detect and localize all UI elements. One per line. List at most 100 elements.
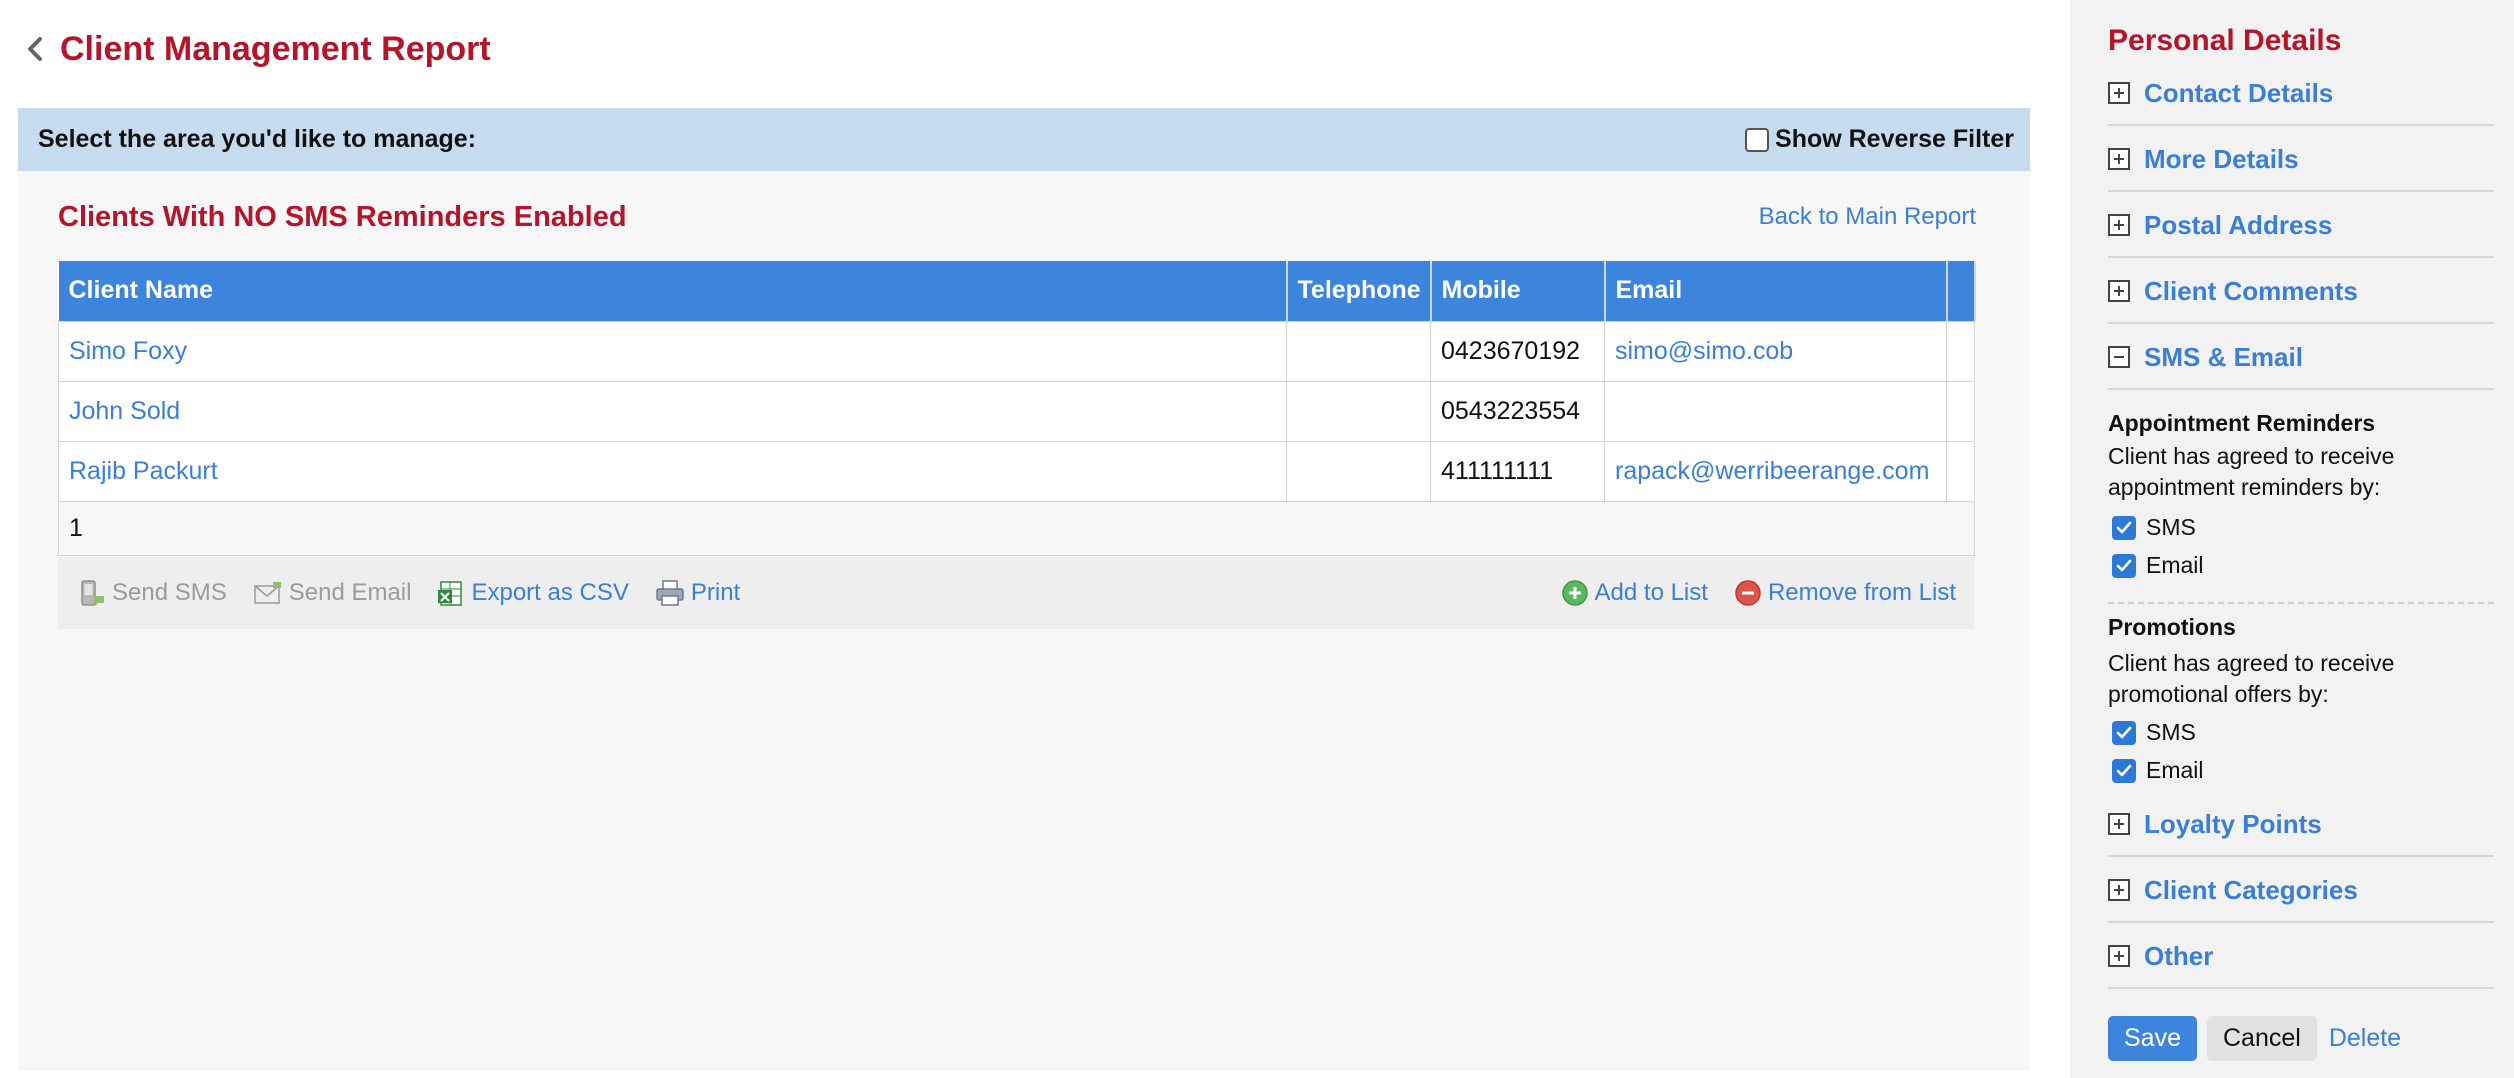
reverse-filter-toggle[interactable]: Show Reverse Filter — [1745, 125, 2014, 154]
actions-right: Add to List Remove from List — [1561, 579, 1956, 607]
promotions-title: Promotions — [2108, 614, 2236, 640]
print-button[interactable]: Print — [655, 579, 740, 607]
client-name-link[interactable]: Rajib Packurt — [58, 440, 1287, 502]
export-csv-label: Export as CSV — [471, 579, 629, 606]
section-label: More Details — [2144, 143, 2299, 174]
client-name-link[interactable]: Simo Foxy — [58, 320, 1287, 382]
section-divider — [2108, 602, 2494, 604]
column-header-email[interactable]: Email — [1604, 261, 1948, 321]
promotions-text: Client has agreed to receive promotional… — [2108, 650, 2395, 707]
section-postal-address[interactable]: Postal Address — [2108, 194, 2494, 258]
telephone-cell — [1286, 440, 1431, 502]
appointment-reminders-text: Client has agreed to receive appointment… — [2108, 443, 2395, 500]
plus-circle-icon — [1561, 579, 1589, 607]
plus-box-icon — [2108, 945, 2130, 967]
section-client-comments[interactable]: Client Comments — [2108, 260, 2494, 324]
promotions-email-checkbox[interactable]: Email — [2112, 757, 2204, 784]
minus-circle-icon — [1734, 579, 1762, 607]
mobile-cell: 0423670192 — [1430, 320, 1605, 382]
reverse-filter-checkbox[interactable] — [1745, 127, 1770, 152]
section-sms-email[interactable]: SMS & Email — [2108, 326, 2494, 390]
add-to-list-button[interactable]: Add to List — [1561, 579, 1708, 607]
delete-link[interactable]: Delete — [2327, 1016, 2403, 1061]
section-label: SMS & Email — [2144, 341, 2303, 372]
email-link[interactable]: simo@simo.cob — [1604, 320, 1947, 382]
section-label: Contact Details — [2144, 77, 2334, 108]
appointment-email-checkbox[interactable]: Email — [2112, 552, 2204, 579]
section-label: Client Comments — [2144, 275, 2358, 306]
plus-box-icon — [2108, 280, 2130, 302]
spacer-cell — [1946, 440, 1975, 502]
spacer-cell — [1946, 380, 1975, 442]
clients-table: Client Name Telephone Mobile Email Simo … — [58, 261, 1976, 556]
section-label: Client Categories — [2144, 874, 2358, 905]
save-button[interactable]: Save — [2108, 1016, 2197, 1061]
email-link[interactable]: rapack@werribeerange.com — [1604, 440, 1947, 502]
column-header-mobile[interactable]: Mobile — [1430, 261, 1606, 321]
email-link[interactable] — [1604, 380, 1947, 442]
promotions-sms-label: SMS — [2146, 719, 2196, 745]
print-label: Print — [690, 579, 741, 606]
appointment-sms-checkbox[interactable]: SMS — [2112, 514, 2196, 541]
appointment-reminders-title: Appointment Reminders — [2108, 410, 2376, 436]
chevron-left-icon[interactable] — [24, 34, 46, 64]
appointment-sms-label: SMS — [2146, 514, 2196, 540]
table-row: Simo Foxy 0423670192 simo@simo.cob — [58, 320, 1975, 382]
send-sms-button[interactable]: Send SMS — [78, 578, 227, 608]
check-icon[interactable] — [2112, 758, 2136, 783]
action-bar: Send SMS Send Email Export as CSV Print … — [58, 557, 1974, 629]
minus-box-icon — [2108, 346, 2130, 368]
check-icon[interactable] — [2112, 553, 2136, 578]
section-client-categories[interactable]: Client Categories — [2108, 859, 2494, 923]
section-more-details[interactable]: More Details — [2108, 128, 2494, 192]
client-name-link[interactable]: John Sold — [58, 380, 1287, 442]
table-header-row: Client Name Telephone Mobile Email — [58, 261, 1976, 321]
main-content: Client Management Report Select the area… — [0, 0, 2070, 1078]
cancel-button[interactable]: Cancel — [2206, 1016, 2317, 1061]
filter-prompt: Select the area you'd like to manage: — [38, 125, 477, 153]
envelope-icon — [253, 580, 283, 606]
section-label: Loyalty Points — [2144, 808, 2322, 839]
send-sms-label: Send SMS — [112, 579, 227, 606]
promotions-email-label: Email — [2146, 757, 2204, 783]
plus-box-icon — [2108, 214, 2130, 236]
column-header-telephone[interactable]: Telephone — [1286, 261, 1432, 321]
section-label: Postal Address — [2144, 209, 2333, 240]
table-row: Rajib Packurt 411111111 rapack@werribeer… — [58, 440, 1975, 502]
section-loyalty-points[interactable]: Loyalty Points — [2108, 793, 2494, 857]
mobile-cell: 411111111 — [1430, 440, 1605, 502]
personal-details-sidebar: Personal Details Contact Details More De… — [2070, 0, 2514, 1078]
column-header-client-name[interactable]: Client Name — [58, 261, 1288, 321]
reverse-filter-label: Show Reverse Filter — [1775, 125, 2014, 153]
table-row: John Sold 0543223554 — [58, 380, 1975, 442]
add-to-list-label: Add to List — [1594, 579, 1708, 606]
remove-from-list-button[interactable]: Remove from List — [1734, 579, 1956, 607]
report-heading: Clients With NO SMS Reminders Enabled — [58, 201, 627, 233]
telephone-cell — [1286, 320, 1431, 382]
page-number[interactable]: 1 — [58, 500, 1975, 556]
telephone-cell — [1286, 380, 1431, 442]
send-email-label: Send Email — [288, 579, 412, 606]
form-buttons: Save Cancel Delete — [2108, 1016, 2403, 1061]
report-panel: Clients With NO SMS Reminders Enabled Ba… — [18, 171, 2030, 1071]
check-icon[interactable] — [2112, 720, 2136, 745]
promotions-sms-checkbox[interactable]: SMS — [2112, 719, 2196, 746]
mobile-cell: 0543223554 — [1430, 380, 1605, 442]
plus-box-icon — [2108, 879, 2130, 901]
sms-phone-icon — [78, 578, 106, 608]
filter-bar: Select the area you'd like to manage: Sh… — [18, 108, 2030, 171]
section-other[interactable]: Other — [2108, 925, 2494, 989]
section-label: Other — [2144, 940, 2214, 971]
spacer-cell — [1946, 320, 1975, 382]
send-email-button[interactable]: Send Email — [253, 579, 412, 607]
sidebar-title: Personal Details — [2108, 24, 2342, 57]
check-icon[interactable] — [2112, 515, 2136, 540]
export-csv-button[interactable]: Export as CSV — [437, 579, 629, 607]
spreadsheet-icon — [437, 579, 465, 607]
plus-box-icon — [2108, 813, 2130, 835]
plus-box-icon — [2108, 148, 2130, 170]
page-title: Client Management Report — [60, 29, 491, 68]
back-to-main-report-link[interactable]: Back to Main Report — [1759, 203, 1976, 231]
section-contact-details[interactable]: Contact Details — [2108, 62, 2494, 126]
pager-row: 1 — [58, 500, 1975, 556]
